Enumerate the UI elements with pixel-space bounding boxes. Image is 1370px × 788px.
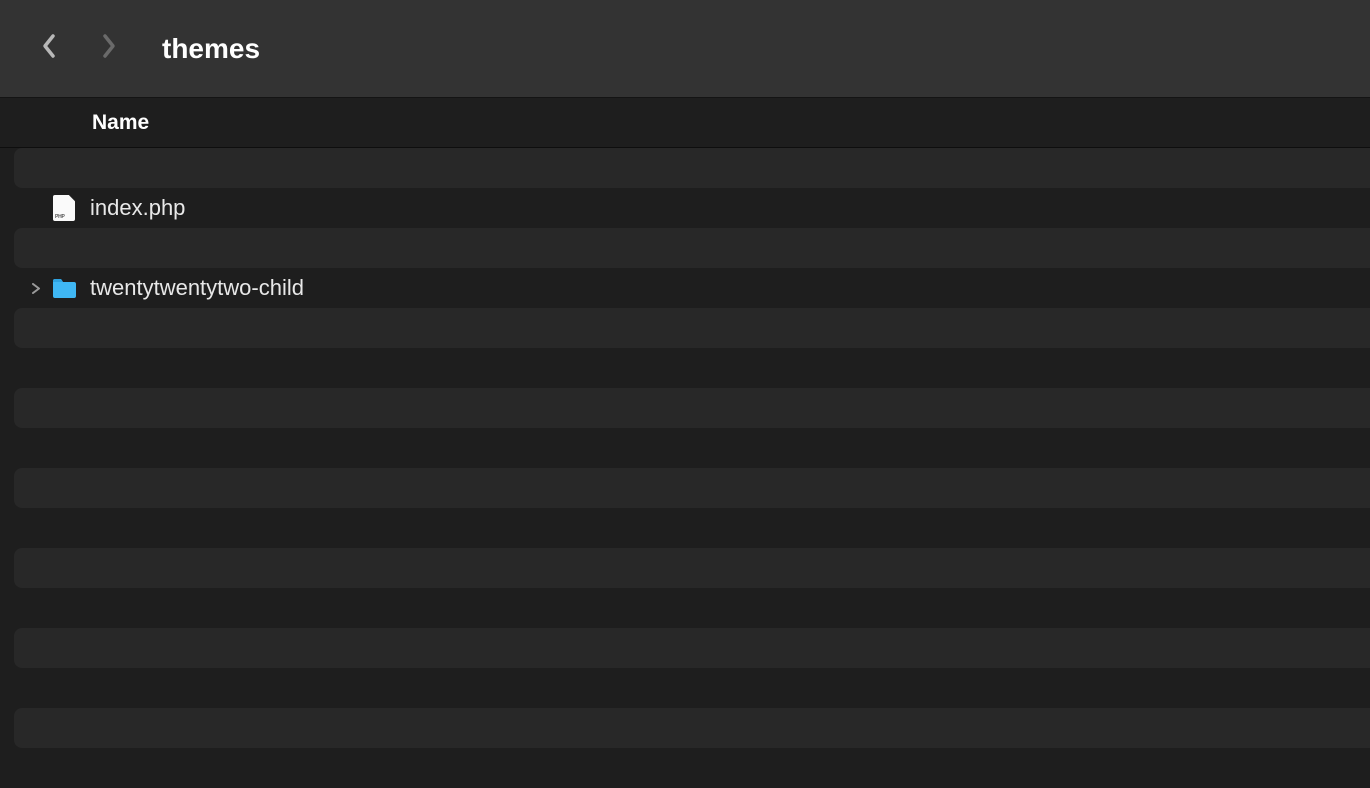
chevron-right-icon bbox=[99, 32, 117, 65]
chevron-left-icon bbox=[41, 32, 59, 65]
folder-title: themes bbox=[162, 33, 260, 65]
toolbar: themes bbox=[0, 0, 1370, 98]
file-list: index.php twentytwentytwo bbox=[0, 148, 1370, 788]
column-header[interactable]: Name bbox=[0, 98, 1370, 148]
back-button[interactable] bbox=[38, 37, 62, 61]
column-name-label: Name bbox=[92, 111, 149, 135]
forward-button[interactable] bbox=[96, 37, 120, 61]
